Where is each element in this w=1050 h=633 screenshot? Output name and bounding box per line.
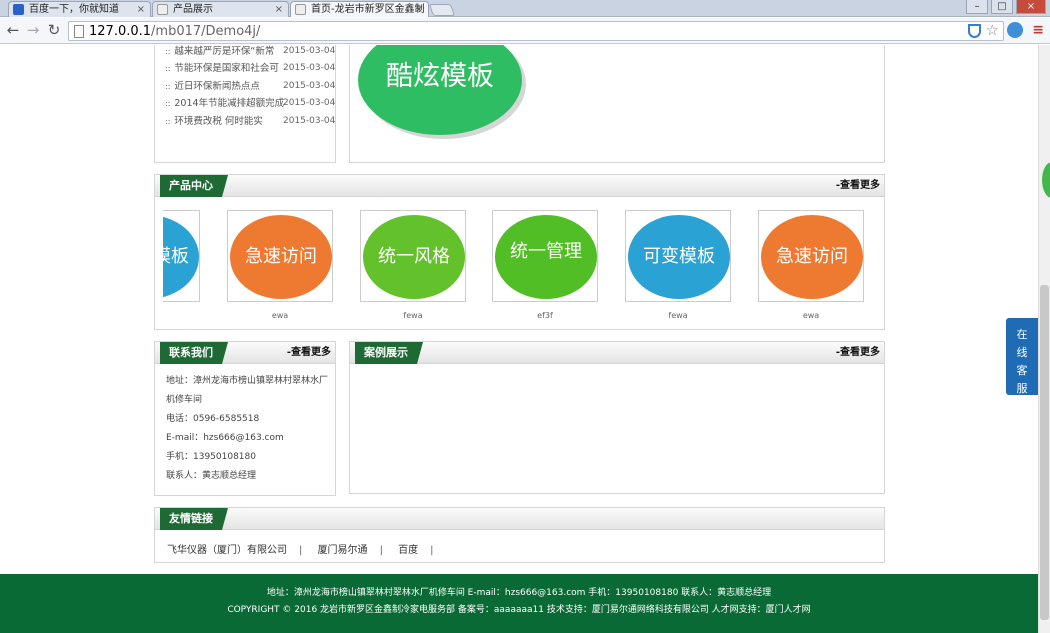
friend-link[interactable]: 百度 [398,545,418,556]
page-favicon-icon [157,4,168,15]
online-service-label: 在线客服 [1016,328,1028,395]
contact-address-cont: 机修车间 [166,395,203,405]
contact-phone: 电话：0596-6585518 [166,414,260,424]
contact-info: 地址：漳州龙海市榜山镇翠林村翠林水厂 机修车间 电话：0596-6585518 … [166,372,331,486]
contact-address: 地址：漳州龙海市榜山镇翠林村翠林水厂 [166,376,329,386]
page-icon [74,25,84,38]
new-tab-button[interactable] [428,4,456,16]
bookmark-star-icon[interactable]: ☆ [986,21,999,39]
close-tab-icon[interactable]: × [415,2,423,17]
close-tab-icon[interactable]: × [137,2,145,17]
product-carousel: 模板 急速访问 ewa 统一风格 fewa 统一管理 ef3f 可变模板 few… [163,175,878,329]
banner-box: 酷炫模板 [349,45,885,163]
page-favicon-icon [295,4,306,15]
list-item[interactable]: :: 节能环保是国家和社会可 2015-03-04 [165,60,335,77]
view-more-link[interactable]: -查看更多 [287,342,331,364]
page-footer: 地址：漳州龙海市榜山镇翠林村翠林水厂机修车间 E-mail：hzs666@163… [0,574,1038,633]
vertical-scrollbar[interactable] [1038,45,1050,633]
scrollbar-thumb[interactable] [1040,285,1049,620]
product-caption[interactable]: fewa [360,311,466,320]
news-list: :: 越来越严厉是环保“新常 2015-03-04 :: 节能环保是国家和社会可 201… [165,45,335,130]
url-text: 127.0.0.1/mb017/Demo4j/ [89,24,261,39]
product-image: 急速访问 [761,215,863,299]
product-center-section: 产品中心 -查看更多 模板 急速访问 ewa 统一风格 fewa 统一管理 ef… [154,174,885,330]
shield-icon[interactable] [968,24,981,38]
browser-toolbar: ← → ↻ 127.0.0.1/mb017/Demo4j/ ☆ ≡ [0,18,1050,44]
section-header: 案例展示 -查看更多 [350,342,884,364]
tab-title: 百度一下，你就知道 [29,4,119,15]
product-card[interactable]: 急速访问 [227,210,333,302]
maximize-icon[interactable]: □ [991,0,1013,14]
cases-section: 案例展示 -查看更多 [349,341,885,494]
link-separator: | [430,545,434,556]
list-item[interactable]: :: 越来越严厉是环保“新常 2015-03-04 [165,45,335,60]
section-title: 友情链接 [160,508,228,530]
reload-icon[interactable]: ↻ [45,21,63,39]
footer-contact-line: 地址：漳州龙海市榜山镇翠林村翠林水厂机修车间 E-mail：hzs666@163… [266,588,772,598]
product-caption[interactable]: fewa [625,311,731,320]
address-bar[interactable]: 127.0.0.1/mb017/Demo4j/ ☆ [68,21,1004,41]
product-card[interactable]: 统一管理 [492,210,598,302]
banner-circle[interactable]: 酷炫模板 [358,45,522,135]
extension-icon[interactable] [1007,22,1023,38]
window-controls: – □ × [966,0,1046,14]
product-card[interactable]: 模板 [163,210,200,302]
friend-link[interactable]: 飞华仪器（厦门）有限公司 [167,545,287,556]
product-image: 统一风格 [363,215,465,299]
tab-title: 首页-龙岩市新罗区金鑫制 [311,4,425,15]
friend-link[interactable]: 厦门易尔通 [318,545,368,556]
page-viewport: :: 越来越严厉是环保“新常 2015-03-04 :: 节能环保是国家和社会可 201… [0,45,1038,633]
tab-title: 产品展示 [173,4,213,15]
contact-section: 联系我们 -查看更多 地址：漳州龙海市榜山镇翠林村翠林水厂 机修车间 电话：05… [154,341,336,496]
product-image: 统一管理 [495,215,597,299]
news-box: :: 越来越严厉是环保“新常 2015-03-04 :: 节能环保是国家和社会可 201… [154,45,336,163]
product-image: 可变模板 [628,215,730,299]
contact-person: 联系人：黄志顺总经理 [166,471,257,481]
contact-mobile: 手机：13950108180 [166,452,256,462]
view-more-link[interactable]: -查看更多 [836,342,880,364]
friend-links-list: 飞华仪器（厦门）有限公司 | 厦门易尔通 | 百度 | [167,541,446,556]
product-card[interactable]: 可变模板 [625,210,731,302]
link-separator: | [379,545,383,556]
back-arrow-icon[interactable]: ← [4,21,22,39]
forward-arrow-icon[interactable]: → [24,21,42,39]
tab-home[interactable]: 首页-龙岩市新罗区金鑫制 × [290,1,429,17]
product-image: 模板 [163,215,199,299]
list-item[interactable]: :: 环境费改税 何时能实 2015-03-04 [165,113,335,130]
product-caption[interactable]: ewa [227,311,333,320]
minimize-icon[interactable]: – [966,0,988,14]
list-item[interactable]: :: 2014年节能减排超额完成 2015-03-04 [165,95,335,112]
tab-baidu[interactable]: 百度一下，你就知道 × [8,1,151,17]
section-title: 联系我们 [160,342,228,364]
baidu-favicon-icon [13,4,24,15]
product-image: 急速访问 [230,215,332,299]
menu-icon[interactable]: ≡ [1032,22,1044,38]
product-card[interactable]: 急速访问 [758,210,864,302]
section-title: 案例展示 [355,342,423,364]
tab-products[interactable]: 产品展示 × [152,1,289,17]
link-separator: | [299,545,303,556]
contact-email: E-mail：hzs666@163.com [166,433,284,443]
close-tab-icon[interactable]: × [275,2,283,17]
product-caption[interactable]: ewa [758,311,864,320]
online-service-button[interactable]: 在线客服 [1006,318,1038,395]
section-header: 联系我们 -查看更多 [155,342,335,364]
product-caption[interactable]: ef3f [492,311,598,320]
friend-links-section: 友情链接 飞华仪器（厦门）有限公司 | 厦门易尔通 | 百度 | [154,507,885,563]
footer-copyright-line: COPYRIGHT © 2016 龙岩市新罗区金鑫制冷家电服务部 备案号：aaa… [227,605,811,615]
section-header: 友情链接 [155,508,884,530]
list-item[interactable]: :: 近日环保新闻热点点 2015-03-04 [165,78,335,95]
product-card[interactable]: 统一风格 [360,210,466,302]
close-window-icon[interactable]: × [1016,0,1046,14]
tab-bar: 百度一下，你就知道 × 产品展示 × 首页-龙岩市新罗区金鑫制 × – □ × [0,0,1050,17]
